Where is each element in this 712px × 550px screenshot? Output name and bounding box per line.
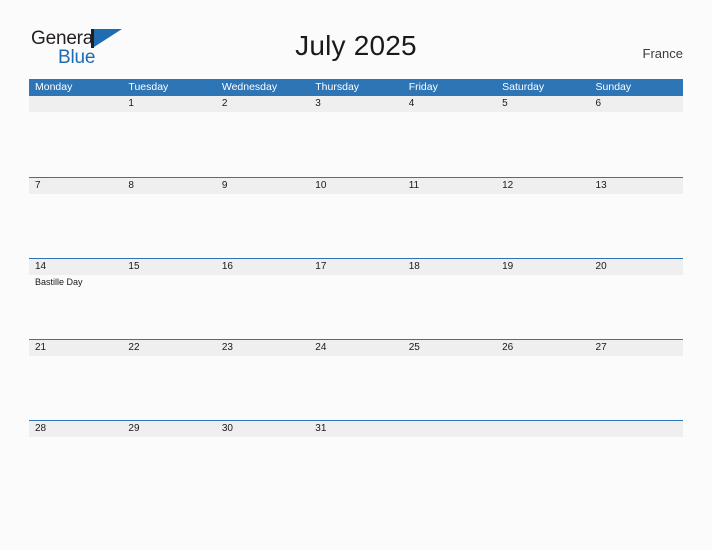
day-number: 1: [128, 98, 134, 109]
day-cell[interactable]: 18: [403, 259, 496, 339]
day-number: 20: [595, 261, 607, 272]
day-number: 24: [315, 342, 327, 353]
day-number: 14: [35, 261, 47, 272]
day-event: Bastille Day: [35, 277, 83, 287]
day-number: 11: [408, 180, 420, 191]
day-number: 18: [408, 261, 420, 272]
day-cell[interactable]: 7: [29, 178, 122, 258]
day-number: 26: [502, 342, 514, 353]
day-number: 12: [502, 180, 514, 191]
day-cell[interactable]: [29, 96, 122, 176]
day-number: 27: [595, 342, 607, 353]
day-cell[interactable]: 4: [403, 96, 496, 176]
day-number: 29: [128, 423, 140, 434]
weekday-header-thursday: Thursday: [315, 81, 360, 93]
day-cell[interactable]: 31: [309, 421, 402, 501]
day-cell[interactable]: 17: [309, 259, 402, 339]
day-cell[interactable]: 14 Bastille Day: [29, 259, 122, 339]
day-number: 19: [502, 261, 514, 272]
week-row: 14 Bastille Day 15 16 17 18 19 20: [29, 258, 683, 339]
day-cell[interactable]: 23: [216, 340, 309, 420]
weekday-header-saturday: Saturday: [502, 81, 545, 93]
day-number: 10: [315, 180, 327, 191]
week-row: 7 8 9 10 11 12 13: [29, 177, 683, 258]
weekday-header-tuesday: Tuesday: [128, 81, 169, 93]
day-cell[interactable]: 20: [590, 259, 683, 339]
day-cell-empty: [403, 421, 496, 501]
day-number: 22: [128, 342, 140, 353]
day-number: 25: [408, 342, 420, 353]
week-row: 1 2 3 4 5 6: [29, 96, 683, 177]
country-label: France: [642, 46, 683, 61]
day-number: 2: [221, 98, 228, 109]
day-cell[interactable]: 22: [122, 340, 215, 420]
day-cell-empty: [590, 421, 683, 501]
day-cell[interactable]: 26: [496, 340, 589, 420]
day-cell[interactable]: 29: [122, 421, 215, 501]
page-header: General Blue July 2025 France: [0, 0, 712, 79]
week-row: 21 22 23 24 25 26 27: [29, 339, 683, 420]
weekday-header-sunday: Sunday: [595, 81, 632, 93]
day-cell[interactable]: 25: [403, 340, 496, 420]
day-cell[interactable]: 5: [496, 96, 589, 176]
weekday-header-row: Monday Tuesday Wednesday Thursday Friday…: [29, 79, 683, 96]
day-number: 13: [595, 180, 607, 191]
day-cell[interactable]: 16: [216, 259, 309, 339]
day-number: 16: [221, 261, 233, 272]
page-title: July 2025: [295, 30, 417, 61]
weekday-header-wednesday: Wednesday: [221, 81, 278, 93]
day-number: 21: [35, 342, 47, 353]
day-number: 15: [128, 261, 140, 272]
day-cell[interactable]: 11: [403, 178, 496, 258]
day-number: 31: [315, 423, 327, 434]
day-cell[interactable]: 3: [309, 96, 402, 176]
day-cell[interactable]: 15: [122, 259, 215, 339]
day-cell[interactable]: 28: [29, 421, 122, 501]
day-cell[interactable]: 6: [590, 96, 683, 176]
day-number: 5: [502, 98, 508, 109]
day-number: 8: [128, 180, 134, 191]
day-cell[interactable]: 2: [216, 96, 309, 176]
calendar-grid: Monday Tuesday Wednesday Thursday Friday…: [29, 79, 683, 501]
day-cell[interactable]: 12: [496, 178, 589, 258]
day-cell[interactable]: 1: [122, 96, 215, 176]
day-number: 17: [315, 261, 327, 272]
day-cell[interactable]: 13: [590, 178, 683, 258]
day-cell[interactable]: 30: [216, 421, 309, 501]
day-number: 3: [315, 98, 321, 109]
weekday-header-monday: Monday: [35, 81, 73, 93]
weekday-header-friday: Friday: [408, 81, 438, 93]
day-number: 9: [221, 180, 228, 191]
day-number: 4: [408, 98, 415, 109]
day-cell[interactable]: 8: [122, 178, 215, 258]
day-cell[interactable]: 24: [309, 340, 402, 420]
day-cell[interactable]: 21: [29, 340, 122, 420]
calendar-page: General Blue July 2025 France Monday Tue…: [0, 0, 712, 550]
day-cell[interactable]: 19: [496, 259, 589, 339]
day-cell[interactable]: 10: [309, 178, 402, 258]
day-cell[interactable]: 9: [216, 178, 309, 258]
day-cell[interactable]: 27: [590, 340, 683, 420]
day-number: 28: [35, 423, 47, 434]
day-number: 30: [221, 423, 233, 434]
day-number: 6: [595, 98, 602, 109]
day-number: 7: [35, 180, 41, 191]
day-cell-empty: [496, 421, 589, 501]
day-number: 23: [221, 342, 233, 353]
week-row: 28 29 30 31: [29, 420, 683, 501]
